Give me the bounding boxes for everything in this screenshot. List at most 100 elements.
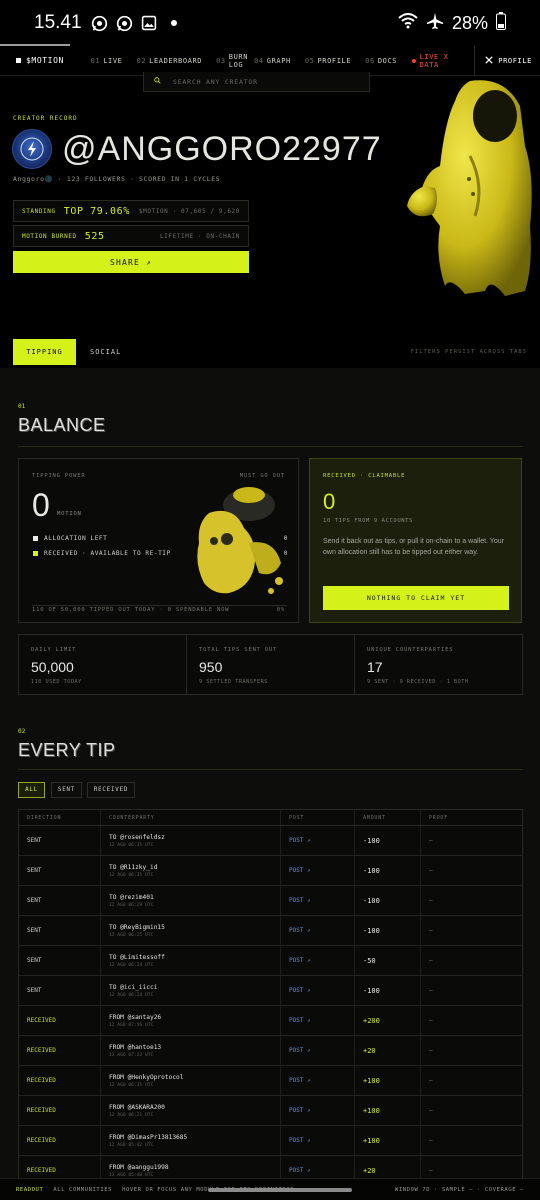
table-row[interactable]: SENT TO @ici_iicci 12 AGO 06:24 UTC POST ↗ -… <box>19 976 522 1006</box>
table-row[interactable]: SENT TO @rosenfeldsz 12 AGO 06:35 UTC POST … <box>19 826 522 856</box>
row-counterparty[interactable]: FROM @hantoe13 12 AGO 07:22 UTC <box>101 1036 281 1065</box>
table-row[interactable]: RECEIVED FROM @ASKARA200 12 AGO 06:21 UTC P… <box>19 1096 522 1126</box>
row-counterparty[interactable]: TO @ici_iicci 12 AGO 06:24 UTC <box>101 976 281 1005</box>
filter-all[interactable]: ALL <box>18 782 45 798</box>
live-dot-icon <box>412 58 416 63</box>
tab-social[interactable]: SOCIAL <box>90 348 121 356</box>
standing-box: STANDING TOP 79.06% $MOTION · 07,605 / 9… <box>13 200 249 222</box>
tipping-power-unit: MOTION <box>57 511 82 517</box>
nav-item-graph[interactable]: 04 GRAPH <box>247 57 298 65</box>
divider <box>18 769 523 770</box>
row-counterparty[interactable]: TO @Limitessoff 12 AGO 06:24 UTC <box>101 946 281 975</box>
x-profile-button[interactable]: PROFILE <box>474 45 540 76</box>
counterparty-handle: TO @ici_iicci <box>109 983 158 991</box>
post-link[interactable]: POST ↗ <box>281 886 355 915</box>
row-counterparty[interactable]: TO @R11zky_id 12 AGO 06:35 UTC <box>101 856 281 885</box>
readout-window: WINDOW 7D · SAMPLE — · COVERAGE — <box>394 1186 524 1193</box>
tip-timestamp: 12 AGO 05:42 UTC <box>109 1142 154 1148</box>
claimable-sub: 10 TIPS FROM 9 ACCOUNTS <box>323 518 413 524</box>
x-logo-icon <box>485 55 493 66</box>
row-direction: RECEIVED <box>19 1006 101 1035</box>
gesture-home-bar[interactable] <box>208 1188 352 1192</box>
counterparty-handle: FROM @ASKARA200 <box>109 1103 165 1111</box>
nav-label: PROFILE <box>317 56 352 65</box>
table-row[interactable]: SENT TO @ReyBigmin15 12 AGO 06:25 UTC POST … <box>19 916 522 946</box>
row-proof: — <box>429 1107 433 1114</box>
column-amount: AMOUNT <box>355 810 421 825</box>
row-proof: — <box>429 1077 433 1084</box>
avatar-logo-icon <box>20 137 44 161</box>
post-link[interactable]: POST ↗ <box>281 1096 355 1125</box>
row-amount: +20 <box>355 1036 421 1065</box>
counterparty-handle: FROM @santay26 <box>109 1013 162 1021</box>
row-direction: SENT <box>19 826 101 855</box>
row-proof: — <box>429 927 433 934</box>
claimable-value: 0 <box>323 489 336 514</box>
row-proof: — <box>429 1047 433 1054</box>
table-row[interactable]: RECEIVED FROM @DimasPr13813685 12 AGO 05:4… <box>19 1126 522 1156</box>
post-link[interactable]: POST ↗ <box>281 856 355 885</box>
nav-num: 05 <box>304 56 315 65</box>
row-direction: RECEIVED <box>19 1066 101 1095</box>
row-counterparty[interactable]: FROM @santay26 12 AGO 07:56 UTC <box>101 1006 281 1035</box>
table-row[interactable]: SENT TO @R11zky_id 12 AGO 06:35 UTC POST ↗ -… <box>19 856 522 886</box>
claim-button[interactable]: NOTHING TO CLAIM YET <box>323 586 509 610</box>
counterparty-handle: TO @ReyBigmin15 <box>109 923 165 931</box>
live-data-indicator[interactable]: LIVE X DATA <box>404 53 474 69</box>
nav-label: BURN LOG <box>228 52 249 69</box>
nav-item-profile[interactable]: 05 PROFILE <box>298 57 358 65</box>
share-button[interactable]: SHARE ↗ <box>13 251 249 273</box>
row-counterparty[interactable]: FROM @DimasPr13813685 12 AGO 05:42 UTC <box>101 1126 281 1155</box>
whatsapp-icon <box>90 14 109 33</box>
row-proof: — <box>429 957 433 964</box>
nav-item-leaderboard[interactable]: 02 LEADERBOARD <box>130 57 210 65</box>
table-row[interactable]: RECEIVED FROM @HenkyOprotocol 12 AGO 06:35… <box>19 1066 522 1096</box>
tip-timestamp: 12 AGO 06:35 UTC <box>109 842 154 848</box>
post-link[interactable]: POST ↗ <box>281 916 355 945</box>
counterparty-handle: TO @Limitessoff <box>109 953 165 961</box>
tab-tipping[interactable]: TIPPING <box>13 339 76 365</box>
row-direction: RECEIVED <box>19 1126 101 1155</box>
table-row[interactable]: RECEIVED FROM @hantoe13 12 AGO 07:22 UTC PO… <box>19 1036 522 1066</box>
table-body: SENT TO @rosenfeldsz 12 AGO 06:35 UTC POST … <box>19 826 522 1186</box>
nav-label: LIVE <box>103 56 123 65</box>
nav-item-burn-log[interactable]: 03 BURN LOG <box>209 53 247 69</box>
table-row[interactable]: SENT TO @rezim401 12 AGO 06:29 UTC POST ↗ -1… <box>19 886 522 916</box>
nav-item-live[interactable]: 01 LIVE <box>84 57 130 65</box>
row-amount: +200 <box>355 1006 421 1035</box>
tip-timestamp: 12 AGO 06:25 UTC <box>109 932 154 938</box>
brand-logo[interactable]: $MOTION <box>0 56 84 65</box>
tipping-power-panel[interactable]: TIPPING POWER MUST GO OUT 0 MOTION ALLOC… <box>18 458 299 623</box>
nav-item-docs[interactable]: 06 DOCS <box>358 57 404 65</box>
row-amount: +100 <box>355 1096 421 1125</box>
post-link[interactable]: POST ↗ <box>281 1036 355 1065</box>
table-row[interactable]: SENT TO @Limitessoff 12 AGO 06:24 UTC POST … <box>19 946 522 976</box>
tipped-out-percent: 0% <box>276 607 285 613</box>
readout-label: READOUT <box>16 1186 44 1193</box>
post-link[interactable]: POST ↗ <box>281 946 355 975</box>
row-proof: — <box>429 867 433 874</box>
row-counterparty[interactable]: FROM @HenkyOprotocol 12 AGO 06:35 UTC <box>101 1066 281 1095</box>
counterparty-handle: FROM @aanggu1998 <box>109 1163 169 1171</box>
search-placeholder: SEARCH ANY CREATOR <box>173 77 258 86</box>
post-link[interactable]: POST ↗ <box>281 1006 355 1035</box>
post-link[interactable]: POST ↗ <box>281 976 355 1005</box>
filter-received[interactable]: RECEIVED <box>87 782 135 798</box>
post-link[interactable]: POST ↗ <box>281 1066 355 1095</box>
row-counterparty[interactable]: TO @rezim401 12 AGO 06:29 UTC <box>101 886 281 915</box>
table-row[interactable]: RECEIVED FROM @santay26 12 AGO 07:56 UTC PO… <box>19 1006 522 1036</box>
counterparty-handle: TO @R11zky_id <box>109 863 158 871</box>
row-counterparty[interactable]: TO @ReyBigmin15 12 AGO 06:25 UTC <box>101 916 281 945</box>
stat-daily-limit: DAILY LIMIT 50,000 110 USED TODAY <box>19 635 187 694</box>
creator-record-label: CREATOR RECORD <box>13 115 78 122</box>
post-link[interactable]: POST ↗ <box>281 1126 355 1155</box>
post-link[interactable]: POST ↗ <box>281 826 355 855</box>
filter-sent[interactable]: SENT <box>51 782 82 798</box>
row-counterparty[interactable]: TO @rosenfeldsz 12 AGO 06:35 UTC <box>101 826 281 855</box>
search-input[interactable]: SEARCH ANY CREATOR <box>143 72 370 92</box>
stat-label: UNIQUE COUNTERPARTIES <box>367 647 454 653</box>
stat-label: DAILY LIMIT <box>31 647 77 653</box>
row-counterparty[interactable]: FROM @ASKARA200 12 AGO 06:21 UTC <box>101 1096 281 1125</box>
communities-label[interactable]: ALL COMMUNITIES <box>53 1187 112 1193</box>
status-bar: 15.41 28% <box>0 0 540 46</box>
